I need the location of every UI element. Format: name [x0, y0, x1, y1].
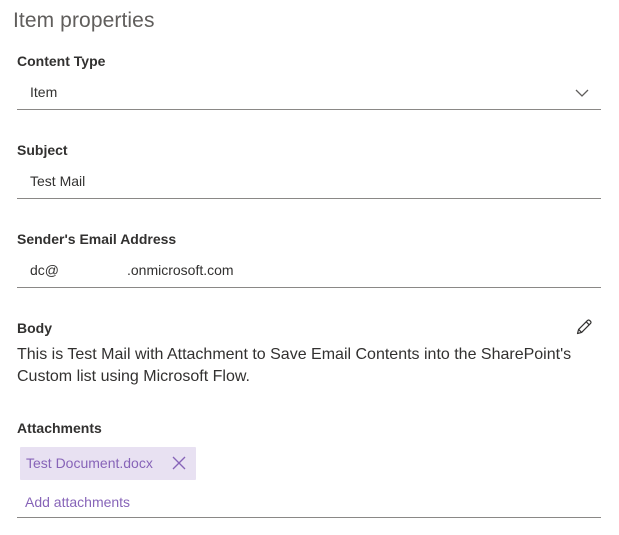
- subject-field[interactable]: Test Mail: [30, 173, 85, 189]
- body-label: Body: [17, 320, 52, 336]
- attachments-underline: [17, 517, 601, 518]
- panel-title: Item properties: [13, 9, 155, 32]
- content-type-value[interactable]: Item: [30, 84, 57, 100]
- attachments-label: Attachments: [17, 420, 102, 436]
- sender-email-suffix[interactable]: .onmicrosoft.com: [127, 262, 234, 278]
- body-text[interactable]: This is Test Mail with Attachment to Sav…: [17, 344, 607, 388]
- attachment-chip: Test Document.docx: [20, 447, 196, 480]
- sender-email-prefix[interactable]: dc@: [30, 262, 59, 278]
- subject-underline: [17, 198, 601, 199]
- content-type-label: Content Type: [17, 53, 106, 69]
- pencil-icon[interactable]: [574, 317, 594, 337]
- subject-label: Subject: [17, 142, 68, 158]
- attachment-file-name[interactable]: Test Document.docx: [26, 455, 153, 471]
- content-type-underline: [17, 109, 601, 110]
- sender-email-label: Sender's Email Address: [17, 231, 177, 247]
- add-attachments-link[interactable]: Add attachments: [25, 494, 130, 510]
- chevron-down-icon[interactable]: [573, 84, 591, 102]
- close-icon[interactable]: [170, 454, 188, 472]
- sender-email-underline: [17, 287, 601, 288]
